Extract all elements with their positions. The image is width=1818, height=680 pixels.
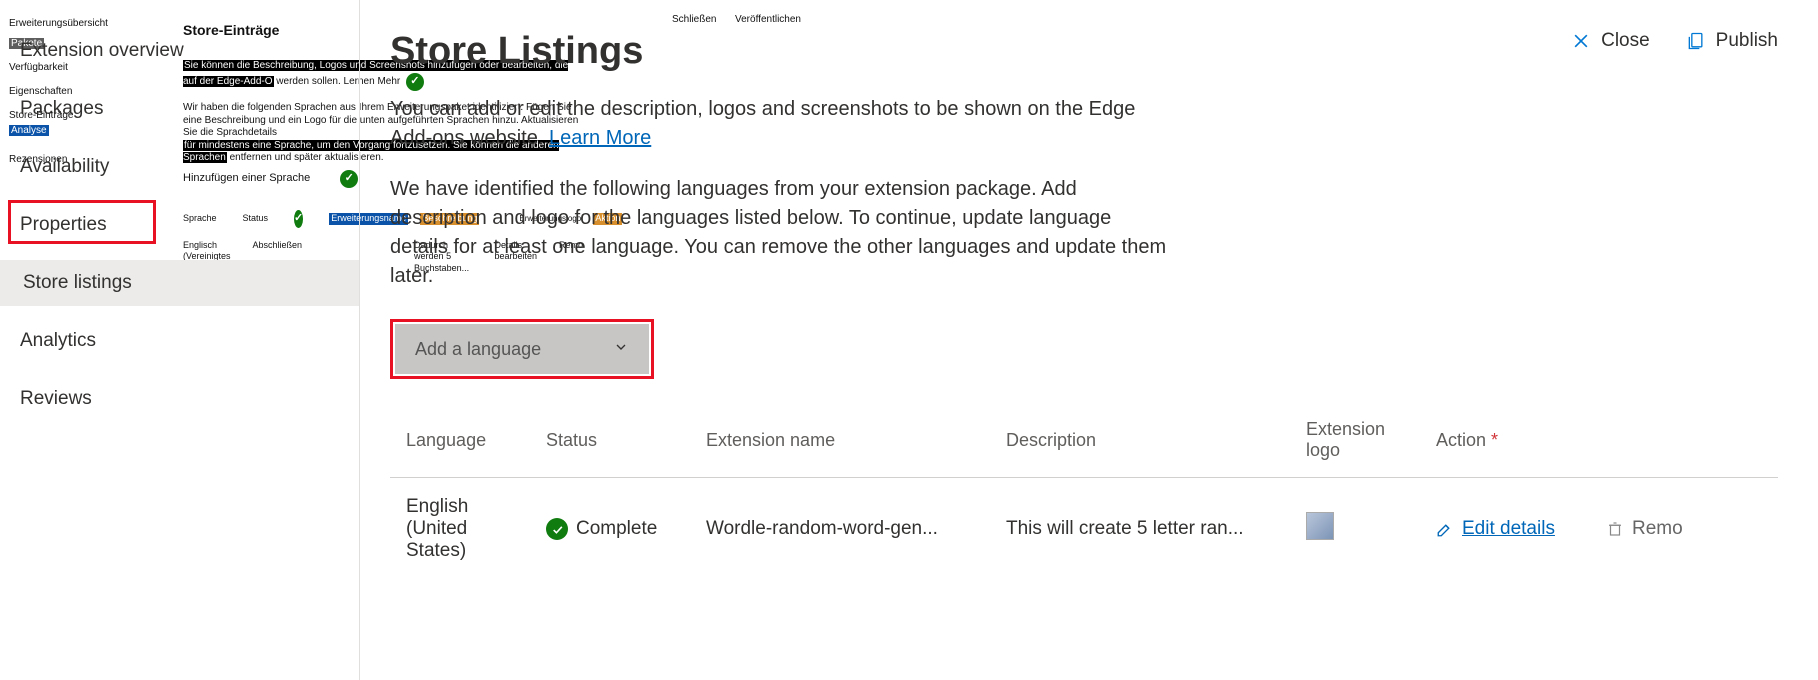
required-indicator: *: [1491, 430, 1498, 450]
sidebar-item-reviews[interactable]: Reviews: [0, 376, 359, 422]
add-language-dropdown[interactable]: Add a language: [395, 324, 649, 374]
publish-button[interactable]: Publish: [1686, 30, 1778, 52]
cell-language: English (United States): [390, 478, 530, 581]
cell-description: This will create 5 letter ran...: [990, 478, 1290, 581]
cell-status: Complete: [530, 478, 690, 581]
cell-extension-name: Wordle-random-word-gen...: [690, 478, 990, 581]
sidebar-item-analytics[interactable]: Analytics: [0, 318, 359, 364]
col-remove: [1590, 409, 1778, 478]
cell-logo: [1290, 478, 1420, 581]
add-language-label: Add a language: [415, 339, 541, 360]
col-action: Action *: [1420, 409, 1590, 478]
main-content: Close Publish Store Listings You can add…: [360, 0, 1818, 680]
col-description: Description: [990, 409, 1290, 478]
close-icon: [1571, 31, 1591, 51]
publish-icon: [1686, 31, 1706, 51]
pencil-icon: [1436, 520, 1454, 538]
col-status: Status: [530, 409, 690, 478]
chevron-down-icon: [613, 339, 629, 360]
table-row: English (United States) Complete Wordle-…: [390, 478, 1778, 581]
edit-details-link[interactable]: Edit details: [1436, 518, 1574, 540]
close-label: Close: [1601, 30, 1650, 52]
remove-link[interactable]: Remo: [1606, 518, 1762, 540]
extension-logo-thumb: [1306, 512, 1334, 540]
close-button[interactable]: Close: [1571, 30, 1650, 52]
status-complete-icon: [546, 518, 568, 540]
col-extension-name: Extension name: [690, 409, 990, 478]
trash-icon: [1606, 520, 1624, 538]
page-title: Store Listings: [390, 30, 1778, 73]
sidebar-item-packages[interactable]: Packages: [0, 86, 359, 132]
sidebar-item-extension-overview[interactable]: Extension overview: [0, 28, 359, 74]
sidebar: Extension overview Packages Availability…: [0, 0, 360, 680]
col-extension-logo: Extension logo: [1290, 409, 1420, 478]
intro-text: You can add or edit the description, log…: [390, 95, 1170, 153]
language-guidance-text: We have identified the following languag…: [390, 175, 1170, 291]
sidebar-item-availability[interactable]: Availability: [0, 144, 359, 190]
publish-label: Publish: [1716, 30, 1778, 52]
languages-table: Language Status Extension name Descripti…: [390, 409, 1778, 580]
sidebar-item-store-listings[interactable]: Store listings: [0, 260, 359, 306]
learn-more-link[interactable]: Learn More: [549, 127, 651, 149]
sidebar-item-properties[interactable]: Properties: [0, 202, 359, 248]
add-language-highlight: Add a language: [390, 319, 654, 379]
col-language: Language: [390, 409, 530, 478]
